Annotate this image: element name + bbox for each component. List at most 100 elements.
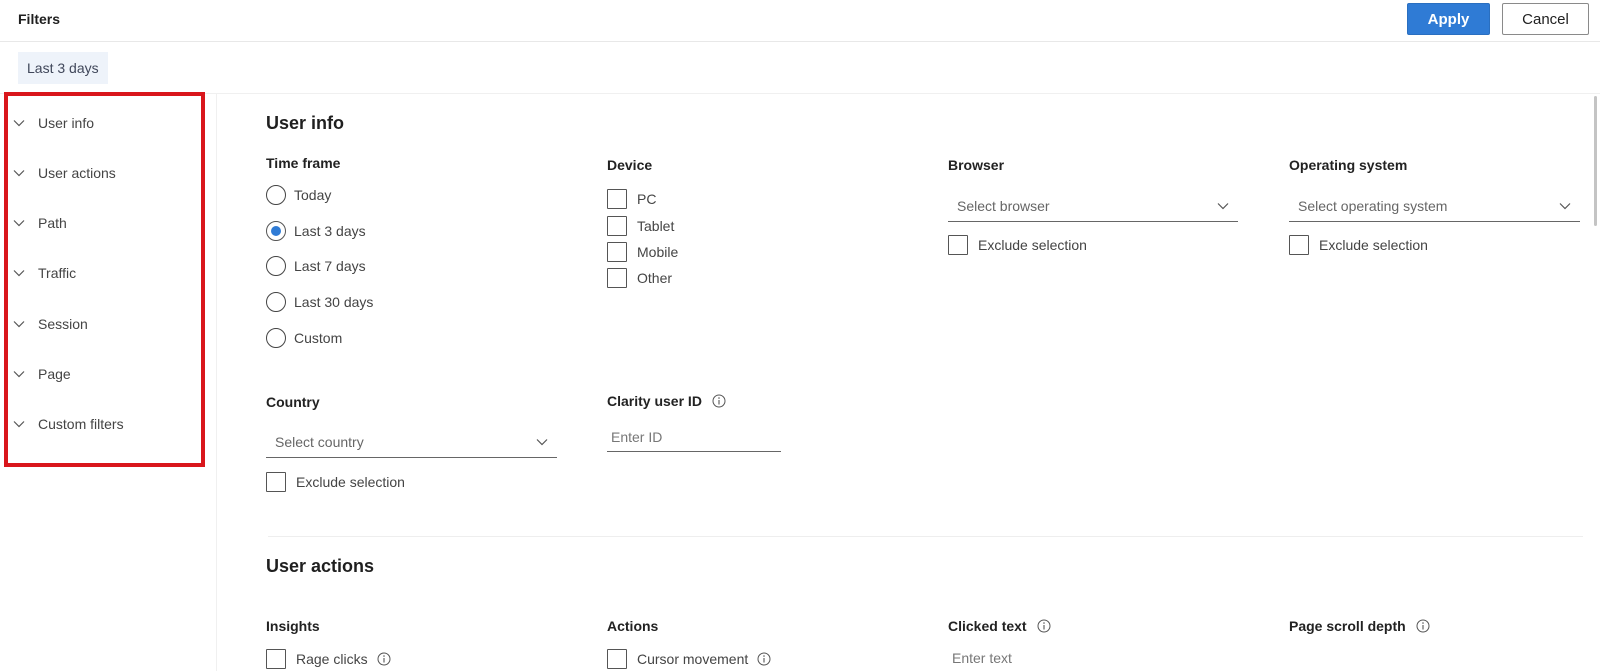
filter-sidebar: User info User actions Path Traffic Sess… (4, 92, 205, 467)
scrollbar[interactable] (1594, 96, 1597, 226)
sidebar-item-custom-filters[interactable]: Custom filters (12, 411, 197, 437)
select-placeholder: Select browser (957, 197, 1050, 214)
time-frame-option-last-3-days[interactable]: Last 3 days (266, 221, 366, 241)
sidebar-item-label: User info (38, 115, 95, 131)
checkbox-label: Exclude selection (1319, 237, 1428, 253)
section-heading-user-actions: User actions (266, 556, 375, 576)
sidebar-item-user-actions[interactable]: User actions (12, 160, 197, 186)
chevron-down-icon (13, 421, 25, 428)
time-frame-option-custom[interactable]: Custom (266, 328, 342, 348)
device-option-mobile[interactable]: Mobile (607, 242, 678, 262)
radio-button-selected[interactable] (266, 221, 286, 241)
time-frame-option-last-7-days[interactable]: Last 7 days (266, 256, 366, 276)
radio-label: Last 3 days (294, 223, 366, 239)
checkbox-label: PC (637, 191, 657, 207)
sidebar-item-traffic[interactable]: Traffic (12, 260, 197, 286)
date-range-chip[interactable]: Last 3 days (18, 52, 108, 84)
operating-system-label: Operating system (1289, 157, 1408, 173)
chevron-down-icon (13, 270, 25, 277)
filters-header: Filters Apply Cancel (0, 0, 1600, 42)
checkbox[interactable] (607, 189, 627, 209)
checkbox[interactable] (607, 216, 627, 236)
sidebar-item-label: Page (38, 366, 71, 382)
country-select[interactable]: Select country (266, 426, 557, 458)
page-scroll-depth-label: Page scroll depth (1289, 618, 1430, 634)
info-icon[interactable] (1416, 619, 1430, 633)
apply-button[interactable]: Apply (1407, 3, 1490, 35)
time-frame-label: Time frame (266, 155, 341, 171)
checkbox-label: Mobile (637, 244, 679, 260)
clicked-text-label: Clicked text (948, 618, 1051, 634)
select-placeholder: Select operating system (1298, 197, 1448, 214)
page-title: Filters (18, 11, 61, 27)
radio-label: Last 30 days (294, 294, 374, 310)
chevron-down-icon (13, 120, 25, 127)
checkbox-label: Tablet (637, 218, 675, 234)
cancel-button[interactable]: Cancel (1502, 3, 1589, 35)
device-option-other[interactable]: Other (607, 268, 672, 288)
radio-button[interactable] (266, 292, 286, 312)
page-scroll-depth-label-text: Page scroll depth (1289, 618, 1406, 634)
insights-option-rage-clicks[interactable]: Rage clicks (266, 649, 391, 669)
sidebar-item-page[interactable]: Page (12, 361, 197, 387)
sidebar-item-user-info[interactable]: User info (12, 110, 197, 136)
info-icon[interactable] (757, 652, 771, 666)
insights-label: Insights (266, 618, 320, 634)
checkbox-label: Other (637, 270, 673, 286)
info-icon[interactable] (712, 394, 726, 408)
info-icon[interactable] (1037, 619, 1051, 633)
radio-label: Today (294, 187, 332, 203)
device-option-tablet[interactable]: Tablet (607, 216, 674, 236)
radio-button[interactable] (266, 185, 286, 205)
clicked-text-input[interactable] (948, 645, 1122, 671)
radio-label: Custom (294, 330, 343, 346)
country-label: Country (266, 394, 320, 410)
clarity-user-id-label: Clarity user ID (607, 393, 726, 409)
checkbox-label: Cursor movement (637, 651, 749, 667)
clarity-user-id-input[interactable] (607, 422, 781, 452)
sidebar-item-label: User actions (38, 165, 116, 181)
time-frame-option-today[interactable]: Today (266, 185, 331, 205)
clicked-text-label-text: Clicked text (948, 618, 1027, 634)
section-heading-user-info: User info (266, 113, 345, 133)
checkbox[interactable] (1289, 235, 1309, 255)
clarity-user-id-label-text: Clarity user ID (607, 393, 702, 409)
chevron-down-icon (13, 371, 25, 378)
sidebar-item-label: Path (38, 215, 67, 231)
checkbox-label: Rage clicks (296, 651, 368, 667)
device-label: Device (607, 157, 653, 173)
country-exclude-selection[interactable]: Exclude selection (266, 472, 405, 492)
chevron-down-icon (13, 321, 25, 328)
sidebar-item-session[interactable]: Session (12, 311, 197, 337)
chevron-down-icon (13, 170, 25, 177)
operating-system-exclude-selection[interactable]: Exclude selection (1289, 235, 1428, 255)
checkbox[interactable] (607, 242, 627, 262)
browser-select[interactable]: Select browser (948, 190, 1238, 222)
checkbox[interactable] (607, 268, 627, 288)
operating-system-select[interactable]: Select operating system (1289, 190, 1580, 222)
info-icon[interactable] (377, 652, 391, 666)
checkbox-label: Exclude selection (296, 474, 405, 490)
radio-button[interactable] (266, 328, 286, 348)
browser-exclude-selection[interactable]: Exclude selection (948, 235, 1087, 255)
checkbox[interactable] (948, 235, 968, 255)
chevron-down-icon (536, 438, 548, 445)
checkbox[interactable] (607, 649, 627, 669)
select-placeholder: Select country (275, 433, 364, 450)
actions-option-cursor-movement[interactable]: Cursor movement (607, 649, 771, 669)
sidebar-item-label: Custom filters (38, 416, 124, 432)
sidebar-item-path[interactable]: Path (12, 210, 197, 236)
device-option-pc[interactable]: PC (607, 189, 656, 209)
checkbox[interactable] (266, 649, 286, 669)
actions-label: Actions (607, 618, 659, 634)
browser-label: Browser (948, 157, 1005, 173)
chevron-down-icon (13, 220, 25, 227)
sidebar-item-label: Traffic (38, 265, 77, 281)
chevron-down-icon (1559, 202, 1571, 209)
checkbox[interactable] (266, 472, 286, 492)
content-divider (0, 93, 1600, 94)
radio-button[interactable] (266, 256, 286, 276)
time-frame-option-last-30-days[interactable]: Last 30 days (266, 292, 373, 312)
radio-label: Last 7 days (294, 258, 366, 274)
sidebar-item-label: Session (38, 316, 88, 332)
